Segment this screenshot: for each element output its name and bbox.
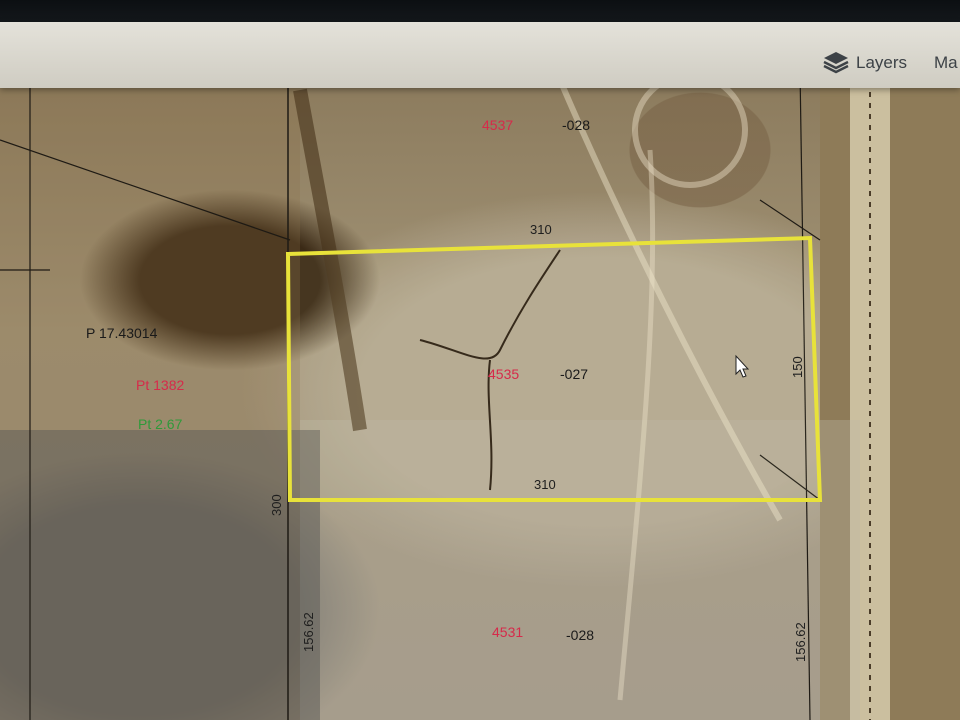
circular-mark [632, 72, 748, 188]
layers-icon [822, 50, 850, 76]
parcel-number-north[interactable]: 4537 [482, 117, 513, 133]
dimension-left: 300 [269, 494, 284, 516]
parcel-code-north: -028 [562, 117, 590, 133]
parcel-code-selected: -027 [560, 366, 588, 382]
dimension-lower-left: 156.62 [301, 612, 316, 652]
parcel-number-selected[interactable]: 4535 [488, 366, 519, 382]
side-label-partial: P 17.43014 [86, 325, 158, 341]
dimension-top: 310 [530, 222, 552, 237]
maps-button[interactable]: Ma [934, 46, 958, 80]
maps-label: Ma [934, 53, 958, 72]
dimension-bottom: 310 [534, 477, 556, 492]
dark-field [0, 430, 320, 720]
side-label-pt2: Pt 2.67 [138, 416, 183, 432]
map-overlay: 4537 -028 4535 -027 4531 -028 310 310 15… [0, 70, 960, 720]
layers-label: Layers [856, 53, 908, 72]
parcel-boundary-line [759, 199, 821, 241]
side-label-pt1: Pt 1382 [136, 377, 184, 393]
map-toolbar: Layers Ma [0, 22, 960, 88]
aerial-map[interactable]: 4537 -028 4535 -027 4531 -028 310 310 15… [0, 70, 960, 720]
dimension-right: 150 [790, 356, 805, 378]
parcel-number-south[interactable]: 4531 [492, 624, 523, 640]
dimension-lower-right: 156.62 [793, 622, 808, 662]
layers-button[interactable]: Layers [822, 46, 907, 80]
parcel-code-south: -028 [566, 627, 594, 643]
